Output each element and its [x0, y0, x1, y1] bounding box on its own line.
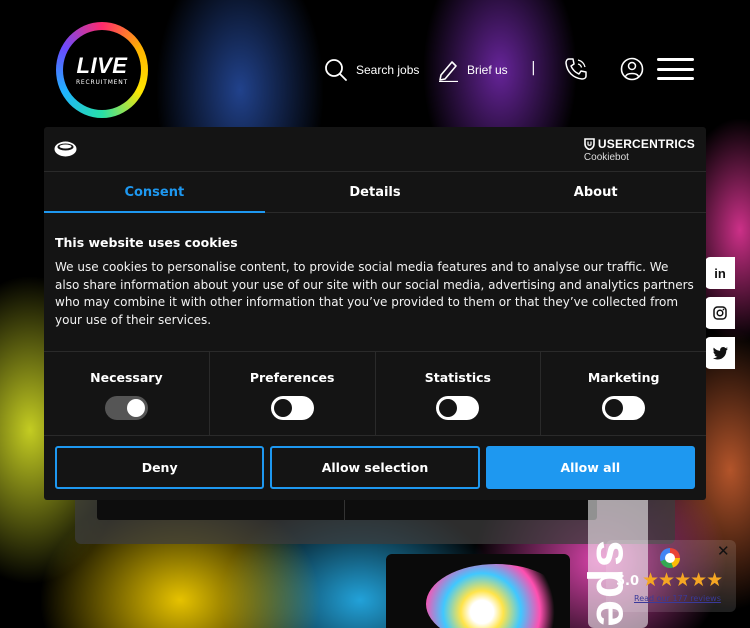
- toggle-preferences: Preferences: [210, 352, 376, 435]
- dialog-tabs: Consent Details About: [44, 172, 706, 213]
- promo-card-image[interactable]: [386, 554, 570, 628]
- review-score: 5.0: [616, 574, 640, 589]
- usercentrics-shield-icon: [584, 138, 595, 150]
- twitter-link[interactable]: [705, 337, 735, 369]
- necessary-switch: [104, 396, 148, 420]
- toggle-label: Statistics: [424, 370, 491, 385]
- statistics-switch[interactable]: [436, 396, 480, 420]
- brand-product: Cookiebot: [583, 152, 629, 163]
- toggle-label: Preferences: [249, 370, 335, 385]
- google-icon: [660, 548, 680, 568]
- nav-separator: |: [531, 60, 536, 76]
- phone-button[interactable]: [563, 56, 589, 86]
- toggle-label: Marketing: [587, 370, 660, 385]
- brand-name: USERCENTRICS: [597, 137, 695, 151]
- deny-button[interactable]: Deny: [55, 446, 265, 489]
- marketing-switch[interactable]: [602, 396, 646, 420]
- tab-details[interactable]: Details: [265, 172, 486, 212]
- toggle-marketing: Marketing: [541, 352, 706, 435]
- dialog-title: This website uses cookies: [55, 235, 238, 250]
- cookie-icon: [54, 141, 77, 157]
- instagram-link[interactable]: [705, 297, 735, 329]
- dialog-description: We use cookies to personalise content, t…: [55, 260, 694, 328]
- tab-about[interactable]: About: [485, 172, 706, 212]
- reviews-link[interactable]: Read our 177 reviews: [634, 594, 721, 603]
- allow-selection-button[interactable]: Allow selection: [270, 446, 480, 489]
- linkedin-icon: in: [714, 265, 726, 281]
- close-icon[interactable]: ✕: [717, 542, 730, 560]
- dialog-actions: Deny Allow selection Allow all: [44, 436, 706, 499]
- nav-brief-us[interactable]: Brief us: [437, 58, 508, 82]
- nav-search-label: Search jobs: [356, 63, 420, 77]
- twitter-icon: [712, 346, 728, 359]
- logo-subtitle: RECRUITMENT: [75, 78, 129, 86]
- account-button[interactable]: [620, 56, 644, 86]
- toggle-necessary: Necessary: [44, 352, 210, 435]
- pencil-icon: [439, 61, 458, 82]
- cookie-consent-dialog: USERCENTRICS Cookiebot Consent Details A…: [44, 127, 706, 500]
- tab-consent[interactable]: Consent: [44, 172, 265, 213]
- usercentrics-brand[interactable]: USERCENTRICS Cookiebot: [584, 137, 695, 163]
- dialog-body: This website uses cookies We use cookies…: [44, 213, 706, 352]
- star-rating: ★★★★★: [642, 569, 723, 591]
- dialog-header: USERCENTRICS Cookiebot: [44, 127, 706, 172]
- hamburger-menu-icon[interactable]: [657, 58, 694, 80]
- site-logo[interactable]: LIVE RECRUITMENT: [56, 22, 148, 118]
- paint-burst-image: [426, 564, 566, 628]
- logo-word: LIVE: [76, 52, 128, 78]
- allow-all-button[interactable]: Allow all: [485, 446, 695, 489]
- nav-search-jobs[interactable]: Search jobs: [324, 58, 419, 82]
- toggle-statistics: Statistics: [376, 352, 542, 435]
- linkedin-link[interactable]: in: [705, 257, 735, 289]
- consent-toggles: Necessary Preferences Statistics Marketi…: [44, 352, 706, 436]
- toggle-label: Necessary: [90, 370, 163, 385]
- nav-brief-label: Brief us: [467, 63, 508, 77]
- search-icon: [325, 59, 347, 81]
- preferences-switch[interactable]: [270, 396, 314, 420]
- user-icon: [620, 57, 644, 81]
- phone-icon: [565, 58, 587, 80]
- instagram-icon: [713, 306, 727, 320]
